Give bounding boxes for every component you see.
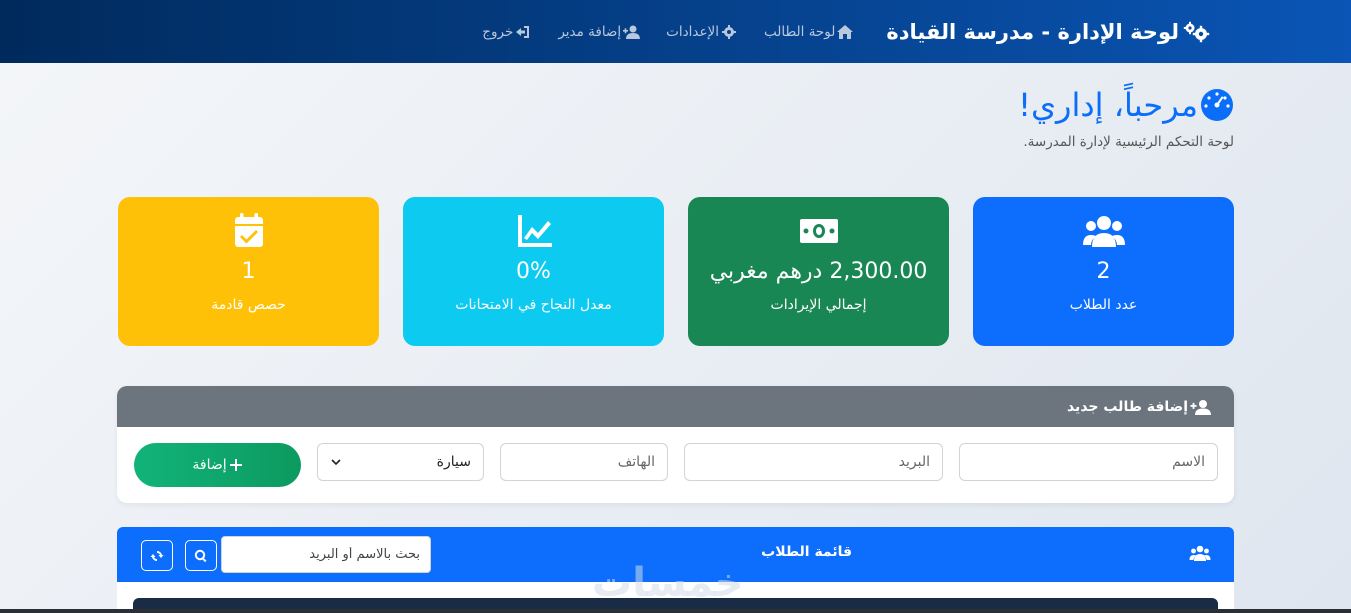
name-input[interactable] bbox=[959, 443, 1218, 481]
chart-line-icon bbox=[517, 215, 552, 247]
welcome-title: مرحباً، إداري! bbox=[1018, 86, 1198, 124]
stat-value-revenue: 2,300.00 درهم مغربي bbox=[709, 259, 928, 284]
nav-link-label: خروج bbox=[482, 23, 514, 40]
add-student-panel: إضافة طالب جديد سيارة إضافة bbox=[117, 386, 1234, 503]
search-input[interactable] bbox=[221, 536, 431, 573]
nav-link-student-dashboard[interactable]: لوحة الطالب bbox=[764, 24, 854, 40]
add-button-label: إضافة bbox=[192, 457, 227, 473]
search-button[interactable] bbox=[185, 540, 217, 571]
add-student-header: إضافة طالب جديد bbox=[117, 386, 1234, 427]
chevron-down-icon bbox=[331, 459, 341, 466]
user-plus-icon bbox=[1190, 399, 1211, 415]
users-icon bbox=[1082, 216, 1125, 247]
stat-card-students: 2 عدد الطلاب bbox=[973, 197, 1234, 346]
stat-value-students: 2 bbox=[1096, 259, 1111, 284]
stat-card-revenue: 2,300.00 درهم مغربي إجمالي الإيرادات bbox=[688, 197, 949, 346]
stat-value-pass-rate: 0% bbox=[516, 259, 551, 284]
users-icon bbox=[1189, 545, 1211, 561]
stat-label-pass-rate: معدل النجاح في الامتحانات bbox=[455, 297, 612, 313]
student-list-header: قائمة الطلاب bbox=[117, 527, 1234, 582]
nav-links: لوحة الطالب الإعدادات إضافة مدير خروج bbox=[482, 24, 880, 40]
plus-icon bbox=[229, 459, 242, 471]
brand-title: لوحة الإدارة - مدرسة القيادة bbox=[886, 19, 1179, 44]
calendar-check-icon bbox=[234, 213, 263, 247]
bottom-strip bbox=[0, 609, 1351, 613]
stat-label-revenue: إجمالي الإيرادات bbox=[770, 297, 867, 313]
gear-icon bbox=[721, 24, 736, 39]
user-plus-icon bbox=[623, 25, 641, 39]
dashboard-gauge-icon bbox=[1201, 89, 1233, 121]
nav-link-settings[interactable]: الإعدادات bbox=[666, 24, 738, 40]
stat-value-lessons: 1 bbox=[241, 259, 256, 284]
page-title: مرحباً، إداري! bbox=[1018, 86, 1234, 124]
nav-link-logout[interactable]: خروج bbox=[482, 24, 532, 40]
add-student-title: إضافة طالب جديد bbox=[1066, 398, 1188, 415]
logout-icon bbox=[516, 25, 530, 38]
email-input[interactable] bbox=[684, 443, 943, 481]
stat-card-pass-rate: 0% معدل النجاح في الامتحانات bbox=[403, 197, 664, 346]
vehicle-type-select[interactable]: سيارة bbox=[317, 443, 484, 481]
gears-icon bbox=[1183, 21, 1210, 42]
nav-link-label: لوحة الطالب bbox=[763, 23, 836, 40]
student-list-panel: قائمة الطلاب bbox=[117, 527, 1234, 613]
home-icon bbox=[837, 24, 854, 39]
refresh-button[interactable] bbox=[141, 540, 173, 571]
phone-input[interactable] bbox=[500, 443, 668, 481]
student-list-title: قائمة الطلاب bbox=[761, 544, 852, 560]
money-bill-icon bbox=[799, 219, 838, 243]
nav-link-add-admin[interactable]: إضافة مدير bbox=[558, 23, 641, 40]
welcome-section: مرحباً، إداري! لوحة التحكم الرئيسية لإدا… bbox=[1018, 86, 1234, 150]
add-student-button[interactable]: إضافة bbox=[134, 443, 301, 487]
nav-link-label: إضافة مدير bbox=[558, 23, 622, 40]
top-navbar: لوحة الإدارة - مدرسة القيادة لوحة الطالب… bbox=[0, 0, 1351, 63]
refresh-icon bbox=[150, 550, 164, 561]
stat-card-upcoming-lessons: 1 حصص قادمة bbox=[118, 197, 379, 346]
brand[interactable]: لوحة الإدارة - مدرسة القيادة bbox=[886, 20, 1211, 44]
nav-link-label: الإعدادات bbox=[666, 23, 719, 40]
vehicle-select-value: سيارة bbox=[436, 454, 471, 470]
stat-label-lessons: حصص قادمة bbox=[211, 297, 286, 313]
search-icon bbox=[194, 549, 207, 562]
stat-label-students: عدد الطلاب bbox=[1069, 297, 1138, 313]
welcome-subtitle: لوحة التحكم الرئيسية لإدارة المدرسة. bbox=[1023, 134, 1234, 150]
